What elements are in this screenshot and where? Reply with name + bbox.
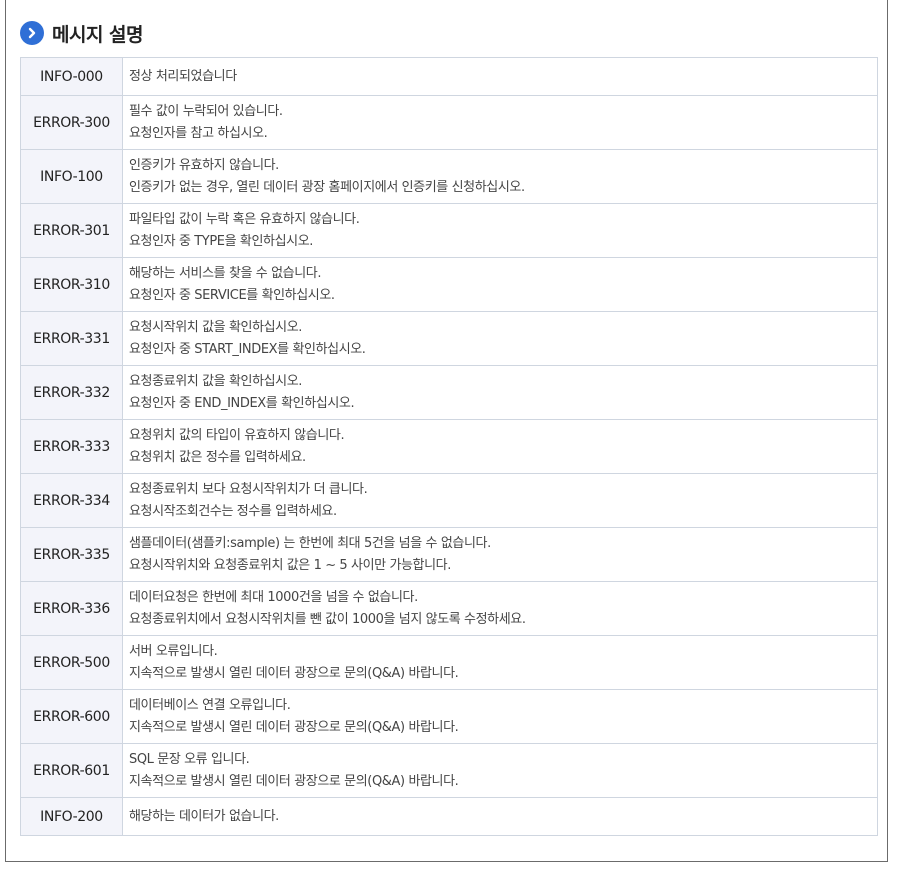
description-line: 요청종료위치 값을 확인하십시오. [129, 373, 303, 389]
description-line: 데이터베이스 연결 오류입니다. [129, 697, 291, 713]
description-line: SQL 문장 오류 입니다. [129, 751, 250, 767]
table-row: ERROR-334 요청종료위치 보다 요청시작위치가 더 큽니다. 요청시작조회건… [20, 473, 878, 528]
message-description: 샘플데이터(샘플키:sample) 는 한번에 최대 5건을 넘을 수 없습니다… [122, 527, 878, 582]
table-row: INFO-000 정상 처리되었습니다 [20, 57, 878, 96]
description-line: 데이터요청은 한번에 최대 1000건을 넘을 수 없습니다. [129, 589, 418, 605]
description-line: 요청시작위치와 요청종료위치 값은 1 ~ 5 사이만 가능합니다. [129, 557, 451, 573]
description-line: 인증키가 유효하지 않습니다. [129, 157, 279, 173]
message-description: 정상 처리되었습니다 [122, 57, 878, 96]
message-code: ERROR-600 [20, 689, 123, 744]
table-row: ERROR-336 데이터요청은 한번에 최대 1000건을 넘을 수 없습니다.… [20, 581, 878, 636]
message-description: 요청종료위치 보다 요청시작위치가 더 큽니다. 요청시작조회건수는 정수를 입력… [122, 473, 878, 528]
description-line: 인증키가 없는 경우, 열린 데이터 광장 홈페이지에서 인증키를 신청하십시오… [129, 179, 525, 195]
message-description: 필수 값이 누락되어 있습니다. 요청인자를 참고 하십시오. [122, 95, 878, 150]
message-description: 해당하는 데이터가 없습니다. [122, 797, 878, 836]
description-line: 요청인자 중 START_INDEX를 확인하십시오. [129, 341, 366, 357]
message-description: 요청시작위치 값을 확인하십시오. 요청인자 중 START_INDEX를 확인하… [122, 311, 878, 366]
description-line: 요청위치 값은 정수를 입력하세요. [129, 449, 306, 465]
message-code: INFO-100 [20, 149, 123, 204]
message-description: 파일타입 값이 누락 혹은 유효하지 않습니다. 요청인자 중 TYPE을 확인하… [122, 203, 878, 258]
description-line: 요청인자 중 SERVICE를 확인하십시오. [129, 287, 335, 303]
message-code: ERROR-335 [20, 527, 123, 582]
message-description-panel: 메시지 설명 INFO-000 정상 처리되었습니다 ERROR-300 필수 값이 … [5, 0, 888, 862]
table-row: ERROR-332 요청종료위치 값을 확인하십시오. 요청인자 중 END_IND… [20, 365, 878, 420]
message-description: 데이터요청은 한번에 최대 1000건을 넘을 수 없습니다. 요청종료위치에서 … [122, 581, 878, 636]
chevron-right-icon [20, 21, 44, 45]
description-line: 요청시작조회건수는 정수를 입력하세요. [129, 503, 337, 519]
description-line: 요청인자를 참고 하십시오. [129, 125, 268, 141]
message-code: ERROR-310 [20, 257, 123, 312]
table-row: ERROR-300 필수 값이 누락되어 있습니다. 요청인자를 참고 하십시오. [20, 95, 878, 150]
description-line: 필수 값이 누락되어 있습니다. [129, 103, 283, 119]
description-line: 지속적으로 발생시 열린 데이터 광장으로 문의(Q&A) 바랍니다. [129, 773, 459, 789]
message-description: 데이터베이스 연결 오류입니다. 지속적으로 발생시 열린 데이터 광장으로 문의… [122, 689, 878, 744]
description-line: 지속적으로 발생시 열린 데이터 광장으로 문의(Q&A) 바랍니다. [129, 665, 459, 681]
table-row: ERROR-335 샘플데이터(샘플키:sample) 는 한번에 최대 5건을 … [20, 527, 878, 582]
message-table: INFO-000 정상 처리되었습니다 ERROR-300 필수 값이 누락되어 있습… [20, 57, 878, 836]
description-line: 요청위치 값의 타입이 유효하지 않습니다. [129, 427, 345, 443]
message-code: ERROR-334 [20, 473, 123, 528]
table-row: ERROR-331 요청시작위치 값을 확인하십시오. 요청인자 중 START_I… [20, 311, 878, 366]
message-description: 요청종료위치 값을 확인하십시오. 요청인자 중 END_INDEX를 확인하십시… [122, 365, 878, 420]
message-code: ERROR-331 [20, 311, 123, 366]
message-code: ERROR-332 [20, 365, 123, 420]
description-line: 요청시작위치 값을 확인하십시오. [129, 319, 303, 335]
message-code: INFO-200 [20, 797, 123, 836]
table-row: ERROR-601 SQL 문장 오류 입니다. 지속적으로 발생시 열린 데이터 … [20, 743, 878, 798]
message-description: 서버 오류입니다. 지속적으로 발생시 열린 데이터 광장으로 문의(Q&A) 바… [122, 635, 878, 690]
table-row: ERROR-600 데이터베이스 연결 오류입니다. 지속적으로 발생시 열린 데이… [20, 689, 878, 744]
description-line: 샘플데이터(샘플키:sample) 는 한번에 최대 5건을 넘을 수 없습니다… [129, 535, 491, 551]
description-line: 해당하는 데이터가 없습니다. [129, 808, 279, 824]
message-code: ERROR-500 [20, 635, 123, 690]
description-line: 해당하는 서비스를 찾을 수 없습니다. [129, 265, 322, 281]
description-line: 정상 처리되었습니다 [129, 68, 237, 84]
table-row: ERROR-301 파일타입 값이 누락 혹은 유효하지 않습니다. 요청인자 중 … [20, 203, 878, 258]
message-description: 요청위치 값의 타입이 유효하지 않습니다. 요청위치 값은 정수를 입력하세요. [122, 419, 878, 474]
section-heading: 메시지 설명 [20, 20, 144, 46]
message-code: INFO-000 [20, 57, 123, 96]
message-description: SQL 문장 오류 입니다. 지속적으로 발생시 열린 데이터 광장으로 문의(Q… [122, 743, 878, 798]
description-line: 지속적으로 발생시 열린 데이터 광장으로 문의(Q&A) 바랍니다. [129, 719, 459, 735]
description-line: 요청종료위치 보다 요청시작위치가 더 큽니다. [129, 481, 368, 497]
message-description: 인증키가 유효하지 않습니다. 인증키가 없는 경우, 열린 데이터 광장 홈페이… [122, 149, 878, 204]
message-code: ERROR-301 [20, 203, 123, 258]
description-line: 요청종료위치에서 요청시작위치를 뺀 값이 1000을 넘지 않도록 수정하세요… [129, 611, 526, 627]
description-line: 서버 오류입니다. [129, 643, 218, 659]
message-code: ERROR-336 [20, 581, 123, 636]
message-code: ERROR-300 [20, 95, 123, 150]
description-line: 파일타입 값이 누락 혹은 유효하지 않습니다. [129, 211, 360, 227]
table-row: INFO-100 인증키가 유효하지 않습니다. 인증키가 없는 경우, 열린 데이… [20, 149, 878, 204]
table-row: ERROR-310 해당하는 서비스를 찾을 수 없습니다. 요청인자 중 SERV… [20, 257, 878, 312]
table-row: INFO-200 해당하는 데이터가 없습니다. [20, 797, 878, 836]
message-code: ERROR-601 [20, 743, 123, 798]
message-code: ERROR-333 [20, 419, 123, 474]
table-row: ERROR-333 요청위치 값의 타입이 유효하지 않습니다. 요청위치 값은 정… [20, 419, 878, 474]
table-row: ERROR-500 서버 오류입니다. 지속적으로 발생시 열린 데이터 광장으로 … [20, 635, 878, 690]
section-title: 메시지 설명 [52, 23, 144, 46]
description-line: 요청인자 중 TYPE을 확인하십시오. [129, 233, 313, 249]
description-line: 요청인자 중 END_INDEX를 확인하십시오. [129, 395, 355, 411]
message-description: 해당하는 서비스를 찾을 수 없습니다. 요청인자 중 SERVICE를 확인하십… [122, 257, 878, 312]
